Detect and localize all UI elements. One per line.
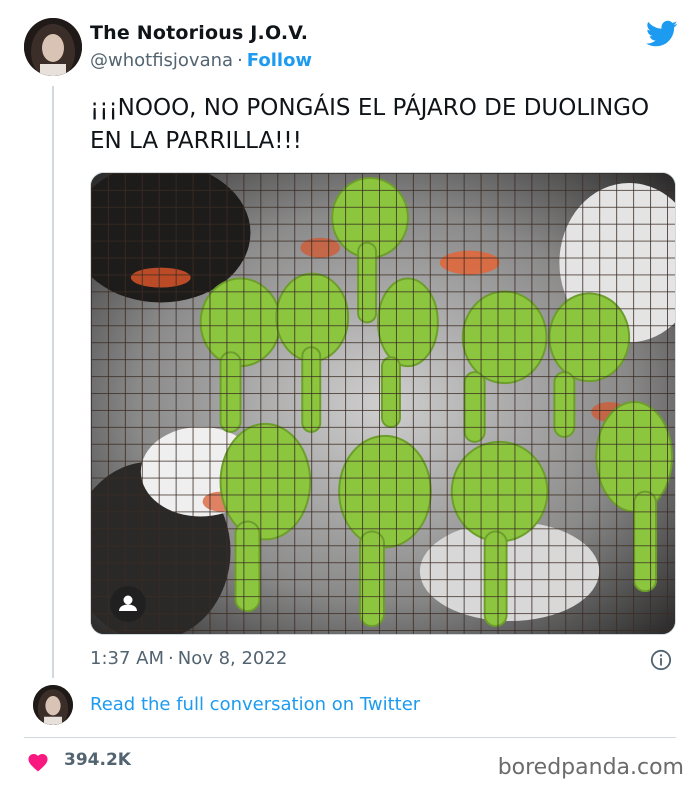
tagged-person-badge[interactable]	[110, 586, 146, 622]
tweet-date: Nov 8, 2022	[177, 648, 288, 669]
like-count[interactable]: 394.2K	[64, 750, 131, 770]
follow-button[interactable]: Follow	[247, 50, 312, 71]
handle-line: @whotfisjovana · Follow	[90, 50, 312, 71]
separator-dot: ·	[168, 648, 174, 669]
author-handle[interactable]: @whotfisjovana	[90, 50, 233, 71]
separator-dot: ·	[237, 50, 243, 71]
watermark: boredpanda.com	[497, 755, 684, 780]
person-icon	[119, 595, 137, 611]
twitter-bird-icon[interactable]	[646, 20, 678, 48]
tweet-photo[interactable]	[90, 172, 676, 635]
read-conversation-link[interactable]: Read the full conversation on Twitter	[90, 694, 420, 715]
tweet-timestamp[interactable]: 1:37 AM · Nov 8, 2022	[90, 648, 287, 669]
info-icon[interactable]	[650, 649, 672, 671]
tweet-header: The Notorious J.O.V. @whotfisjovana · Foll…	[90, 22, 312, 71]
conversation-avatar	[33, 685, 73, 725]
thread-line	[52, 86, 54, 678]
tweet-time: 1:37 AM	[90, 648, 164, 669]
author-avatar[interactable]	[24, 18, 82, 76]
divider	[24, 737, 676, 738]
tweet-text: ¡¡¡NOOO, NO PONGÁIS EL PÁJARO DE DUOLING…	[90, 95, 650, 154]
tweet-card: The Notorious J.O.V. @whotfisjovana · Foll…	[0, 0, 700, 789]
author-display-name[interactable]: The Notorious J.O.V.	[90, 22, 312, 44]
heart-icon[interactable]	[27, 752, 49, 772]
